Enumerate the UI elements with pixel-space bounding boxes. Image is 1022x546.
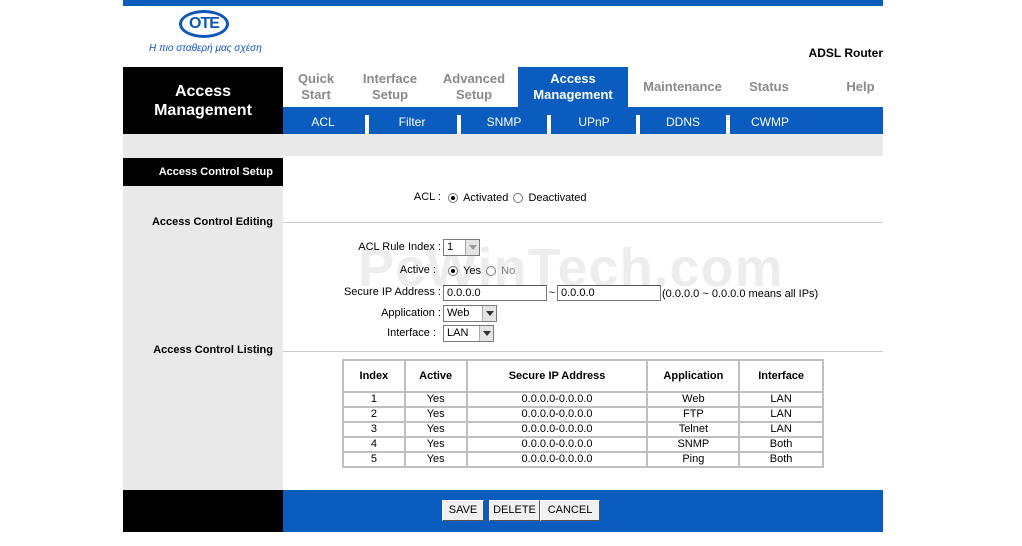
table-row: 4 Yes 0.0.0.0-0.0.0.0 SNMP Both [342, 436, 824, 453]
active-yes-label: Yes [463, 265, 482, 277]
cell-active: Yes [403, 391, 468, 408]
cell-index: 2 [342, 406, 406, 423]
sidebar-panel [123, 156, 283, 490]
logo-slogan: Η πιο σταθερή μας σχέση [149, 43, 262, 54]
cell-interface: LAN [738, 391, 824, 408]
active-label: Active : [399, 264, 436, 276]
sidebar-heading-setup: Access Control Setup [123, 158, 283, 186]
cell-secure-ip: 0.0.0.0-0.0.0.0 [465, 436, 649, 453]
sidebar-heading-editing: Access Control Editing [151, 216, 273, 228]
ip-range-hint: (0.0.0.0 ~ 0.0.0.0 means all IPs) [662, 288, 819, 300]
content-header-bar [123, 134, 883, 156]
cell-application: SNMP [646, 436, 741, 453]
subtab-upnp[interactable]: UPnP [551, 107, 637, 134]
tab-quick-start[interactable]: Quick Start [283, 67, 349, 107]
product-name: ADSL Router [808, 46, 883, 60]
footer-button-bar: SAVE DELETE CANCEL [283, 490, 883, 532]
tab-access-management[interactable]: Access Management [518, 67, 628, 107]
chevron-down-icon [479, 326, 493, 341]
top-accent-bar [123, 0, 883, 6]
acl-list-table: Index Active Secure IP Address Applicati… [342, 359, 824, 468]
cell-active: Yes [403, 421, 468, 438]
table-header-row: Index Active Secure IP Address Applicati… [342, 359, 824, 393]
subtab-filter[interactable]: Filter [369, 107, 455, 134]
tab-maintenance[interactable]: Maintenance [635, 67, 730, 107]
interface-label: Interface : [387, 327, 436, 339]
subtab-ddns[interactable]: DDNS [640, 107, 726, 134]
sidebar-heading-listing: Access Control Listing [153, 344, 273, 356]
router-page: OTE Η πιο σταθερή μας σχέση ADSL Router … [123, 0, 883, 546]
cell-interface: LAN [738, 421, 824, 438]
footer-left-panel [123, 490, 283, 532]
application-select[interactable]: Web [443, 305, 497, 322]
table-row: 2 Yes 0.0.0.0-0.0.0.0 FTP LAN [342, 406, 824, 423]
tab-advanced-setup[interactable]: Advanced Setup [433, 67, 515, 107]
cell-active: Yes [403, 406, 468, 423]
page-title: Access Management [123, 67, 283, 134]
main-nav: Quick Start Interface Setup Advanced Set… [283, 67, 883, 107]
cell-active: Yes [403, 436, 468, 453]
ote-logo: OTE [179, 10, 229, 38]
cell-index: 3 [342, 421, 406, 438]
rule-index-label: ACL Rule Index : [358, 241, 441, 253]
tab-status[interactable]: Status [738, 67, 800, 107]
delete-button[interactable]: DELETE [489, 500, 540, 521]
save-button[interactable]: SAVE [442, 500, 484, 521]
rule-index-select[interactable]: 1 [443, 239, 480, 256]
cell-active: Yes [403, 451, 468, 468]
table-row: 5 Yes 0.0.0.0-0.0.0.0 Ping Both [342, 451, 824, 468]
cell-index: 5 [342, 451, 406, 468]
column-header-index: Index [342, 359, 406, 393]
acl-deactivated-radio[interactable] [513, 193, 524, 204]
interface-select[interactable]: LAN [443, 325, 494, 342]
sub-nav: ACL Filter SNMP UPnP DDNS CWMP [283, 107, 883, 134]
cell-application: Web [646, 391, 741, 408]
table-row: 1 Yes 0.0.0.0-0.0.0.0 Web LAN [342, 391, 824, 408]
column-header-application: Application [646, 359, 741, 393]
active-no-radio[interactable] [486, 266, 497, 277]
secure-ip-from-input[interactable]: 0.0.0.0 [443, 285, 547, 301]
cell-index: 4 [342, 436, 406, 453]
chevron-down-icon [465, 240, 479, 255]
active-radio-group: Yes No [448, 265, 515, 277]
secure-ip-label: Secure IP Address : [343, 286, 441, 298]
subtab-cwmp[interactable]: CWMP [730, 107, 810, 134]
acl-deactivated-label: Deactivated [528, 192, 587, 204]
subtab-snmp[interactable]: SNMP [461, 107, 547, 134]
active-yes-radio[interactable] [448, 266, 458, 277]
cell-interface: Both [738, 451, 824, 468]
chevron-down-icon [482, 306, 496, 321]
active-no-label: No [501, 265, 516, 277]
acl-activated-label: Activated [463, 192, 509, 204]
column-header-secure-ip: Secure IP Address [465, 359, 649, 393]
acl-activated-radio[interactable] [448, 193, 458, 204]
cell-application: Telnet [646, 421, 741, 438]
column-header-active: Active [403, 359, 468, 393]
cell-application: Ping [646, 451, 741, 468]
tab-help[interactable]: Help [828, 67, 893, 107]
cell-secure-ip: 0.0.0.0-0.0.0.0 [465, 451, 649, 468]
cell-secure-ip: 0.0.0.0-0.0.0.0 [465, 391, 649, 408]
table-row: 3 Yes 0.0.0.0-0.0.0.0 Telnet LAN [342, 421, 824, 438]
section-divider [283, 351, 883, 352]
cancel-button[interactable]: CANCEL [540, 500, 600, 521]
cell-secure-ip: 0.0.0.0-0.0.0.0 [465, 406, 649, 423]
tab-interface-setup[interactable]: Interface Setup [353, 67, 427, 107]
section-divider [283, 222, 883, 223]
acl-label: ACL : [413, 191, 441, 203]
secure-ip-to-input[interactable]: 0.0.0.0 [557, 285, 661, 301]
subtab-acl[interactable]: ACL [283, 107, 363, 134]
column-header-interface: Interface [738, 359, 824, 393]
ip-range-separator: ~ [548, 287, 556, 299]
cell-application: FTP [646, 406, 741, 423]
cell-index: 1 [342, 391, 406, 408]
cell-secure-ip: 0.0.0.0-0.0.0.0 [465, 421, 649, 438]
application-label: Application : [381, 307, 441, 319]
cell-interface: LAN [738, 406, 824, 423]
cell-interface: Both [738, 436, 824, 453]
acl-radio-group: Activated Deactivated [448, 192, 587, 204]
